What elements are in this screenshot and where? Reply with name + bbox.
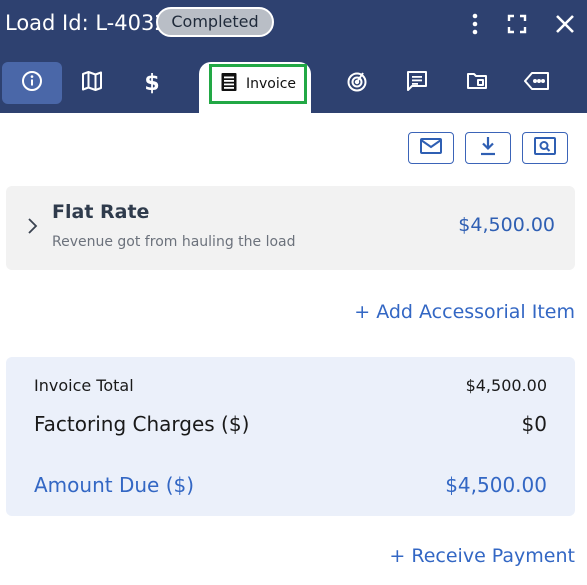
- factoring-value: $0: [521, 412, 547, 436]
- line-item-description: Revenue got from hauling the load: [52, 234, 296, 250]
- add-accessorial-link[interactable]: + Add Accessorial Item: [354, 301, 575, 323]
- tab-tracking[interactable]: [327, 62, 387, 104]
- radar-icon: [346, 70, 368, 97]
- tab-tags[interactable]: [507, 62, 567, 104]
- close-icon[interactable]: [553, 12, 577, 36]
- chevron-right-icon[interactable]: [26, 217, 38, 240]
- fullscreen-icon[interactable]: [505, 12, 529, 36]
- invoice-total-label: Invoice Total: [34, 376, 134, 395]
- load-title: Load Id: L-4032: [5, 11, 168, 35]
- flat-rate-card[interactable]: Flat Rate Revenue got from hauling the l…: [6, 186, 575, 270]
- tab-map[interactable]: [62, 62, 122, 104]
- message-icon: [406, 70, 428, 97]
- tab-invoice-label: Invoice: [245, 76, 297, 92]
- download-icon: [479, 136, 497, 161]
- tag-icon: [524, 71, 550, 96]
- invoice-total-value: $4,500.00: [465, 376, 547, 395]
- line-item-amount: $4,500.00: [458, 214, 555, 236]
- preview-icon: [534, 136, 556, 160]
- tab-pricing[interactable]: $: [122, 62, 182, 104]
- tab-info[interactable]: [2, 62, 62, 104]
- amount-due-value: $4,500.00: [445, 473, 547, 497]
- dollar-icon: $: [144, 70, 160, 96]
- header-bar: Load Id: L-4032 Completed $ Invoice: [0, 0, 587, 113]
- status-badge: Completed: [156, 7, 274, 37]
- email-icon: [420, 137, 442, 159]
- map-icon: [81, 70, 103, 97]
- receive-payment-link[interactable]: + Receive Payment: [389, 545, 575, 567]
- download-button[interactable]: [465, 132, 511, 164]
- preview-button[interactable]: [522, 132, 568, 164]
- tab-invoice[interactable]: Invoice: [209, 64, 307, 104]
- email-button[interactable]: [408, 132, 454, 164]
- info-icon: [21, 70, 43, 97]
- tab-documents[interactable]: [447, 62, 507, 104]
- folder-icon: [466, 71, 488, 96]
- invoice-icon: [220, 72, 238, 96]
- line-item-title: Flat Rate: [52, 201, 150, 223]
- factoring-label: Factoring Charges ($): [34, 412, 250, 436]
- totals-card: Invoice Total $4,500.00 Factoring Charge…: [6, 357, 575, 516]
- more-vertical-icon[interactable]: [463, 12, 487, 36]
- amount-due-label: Amount Due ($): [34, 473, 195, 497]
- tab-notes[interactable]: [387, 62, 447, 104]
